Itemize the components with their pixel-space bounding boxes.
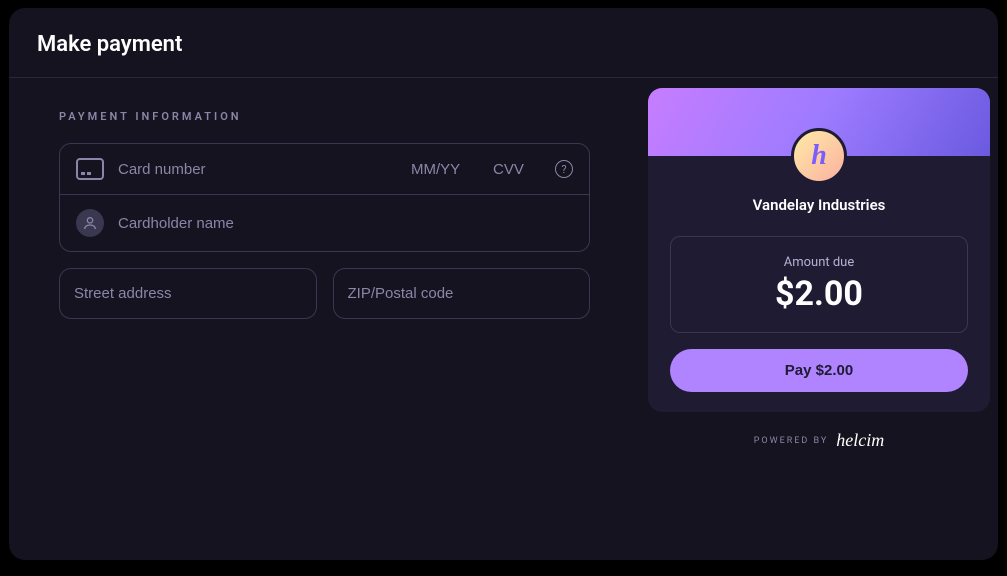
summary-panel: h Vandelay Industries Amount due $2.00 P… xyxy=(640,78,998,560)
brand-logo: helcim xyxy=(836,430,884,451)
amount-due-box: Amount due $2.00 xyxy=(670,236,968,333)
merchant-banner: h xyxy=(648,88,990,156)
cvv-help-icon[interactable]: ? xyxy=(555,160,573,178)
payment-modal: Make payment PAYMENT INFORMATION ? xyxy=(9,8,998,560)
summary-card: h Vandelay Industries Amount due $2.00 P… xyxy=(648,88,990,412)
cardholder-name-input[interactable] xyxy=(118,215,573,232)
merchant-name: Vandelay Industries xyxy=(648,196,990,214)
card-number-row: ? xyxy=(60,144,589,194)
card-input-group: ? xyxy=(59,143,590,252)
zip-code-input[interactable] xyxy=(333,268,591,319)
payment-form: PAYMENT INFORMATION ? xyxy=(9,78,640,560)
modal-header: Make payment xyxy=(9,8,998,78)
person-icon xyxy=(76,209,104,237)
amount-due-value: $2.00 xyxy=(689,274,949,314)
card-icon xyxy=(76,158,104,180)
cardholder-row xyxy=(60,194,589,251)
merchant-logo: h xyxy=(791,128,847,184)
amount-due-label: Amount due xyxy=(689,255,949,270)
card-cvv-input[interactable] xyxy=(493,161,541,178)
powered-by: POWERED BY helcim xyxy=(648,430,990,451)
section-label: PAYMENT INFORMATION xyxy=(59,110,590,123)
card-number-input[interactable] xyxy=(118,161,397,178)
page-title: Make payment xyxy=(37,32,970,57)
modal-content: PAYMENT INFORMATION ? xyxy=(9,78,998,560)
address-row xyxy=(59,268,590,319)
card-expiry-input[interactable] xyxy=(411,161,479,178)
street-address-input[interactable] xyxy=(59,268,317,319)
powered-by-label: POWERED BY xyxy=(754,436,829,446)
pay-button[interactable]: Pay $2.00 xyxy=(670,349,968,392)
